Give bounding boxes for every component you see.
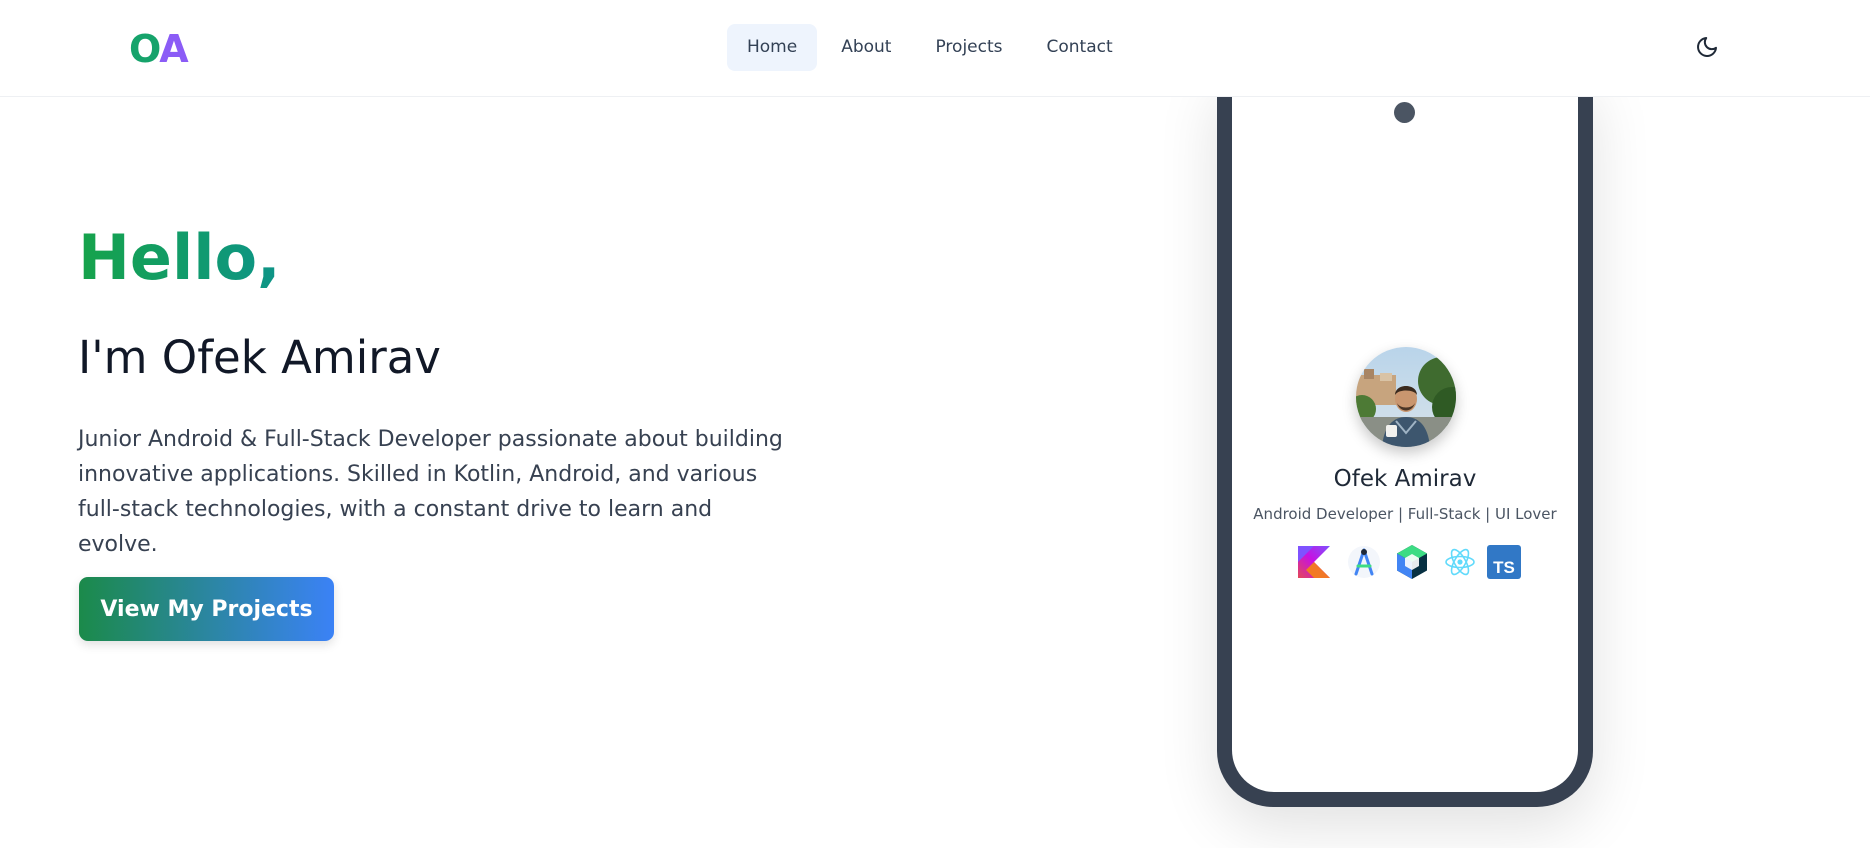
typescript-icon: TS (1487, 545, 1521, 579)
main-nav: Home About Projects Contact (727, 24, 1133, 71)
nav-projects[interactable]: Projects (915, 24, 1022, 71)
hero-greeting: Hello, (78, 221, 281, 294)
react-icon (1445, 548, 1475, 576)
phone-mockup: Ofek Amirav Android Developer | Full-Sta… (1217, 76, 1593, 807)
nav-contact[interactable]: Contact (1027, 24, 1133, 71)
phone-camera (1394, 102, 1415, 123)
kotlin-icon (1298, 546, 1330, 578)
phone-screen: Ofek Amirav Android Developer | Full-Sta… (1232, 76, 1578, 792)
typescript-badge-text: TS (1493, 558, 1515, 577)
profile-tagline: Android Developer | Full-Stack | UI Love… (1253, 505, 1557, 523)
logo-letter-o: O (129, 27, 160, 71)
site-header: OA Home About Projects Contact (0, 0, 1870, 97)
nav-about[interactable]: About (821, 24, 911, 71)
logo-letter-a: A (159, 27, 188, 71)
moon-icon (1697, 37, 1717, 57)
jetpack-compose-icon (1397, 545, 1427, 579)
theme-toggle-button[interactable] (1690, 30, 1724, 64)
view-projects-button[interactable]: View My Projects (79, 577, 334, 641)
nav-home[interactable]: Home (727, 24, 818, 71)
avatar (1356, 347, 1456, 447)
tech-icons: TS (1288, 544, 1524, 584)
hero-heading: I'm Ofek Amirav (78, 331, 441, 384)
profile-name: Ofek Amirav (1333, 466, 1477, 492)
logo[interactable]: OA (129, 27, 189, 71)
hero-intro: Junior Android & Full-Stack Developer pa… (78, 427, 783, 557)
android-studio-icon (1348, 546, 1380, 578)
